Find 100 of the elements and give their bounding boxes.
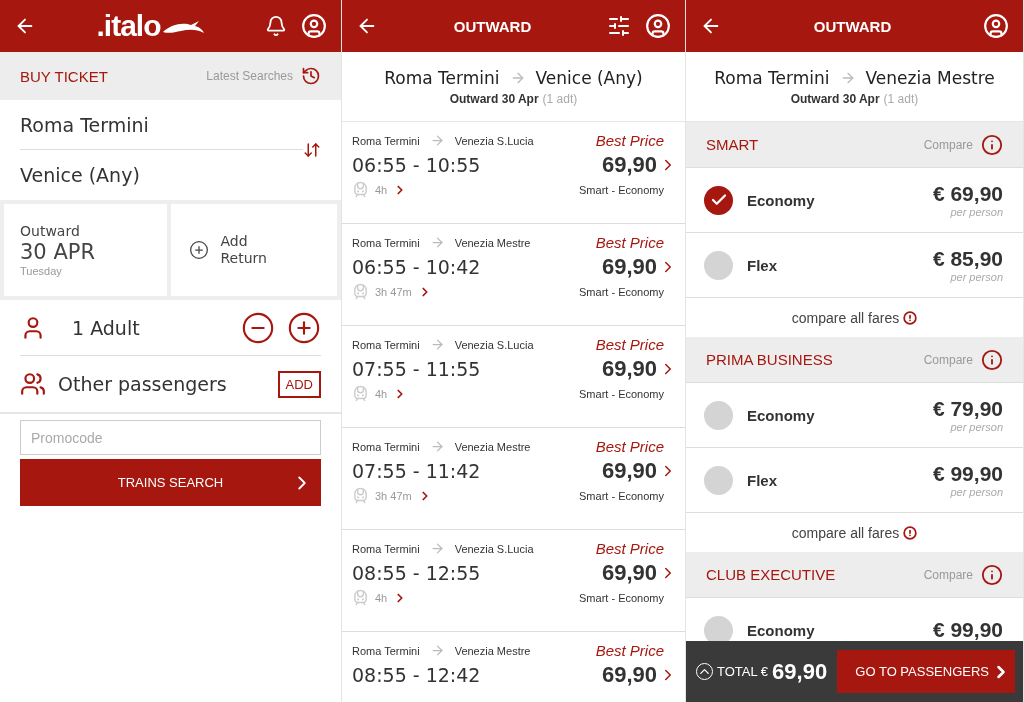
per-person-label: per person (950, 206, 1003, 218)
info-icon[interactable] (981, 133, 1003, 156)
plus-icon[interactable] (287, 310, 321, 345)
plus-icon (188, 240, 209, 260)
screen-title: OUTWARD (452, 17, 533, 35)
ticket-price: 69,90 (601, 356, 657, 382)
ticket-price: 69,90 (601, 560, 657, 586)
from-station: Roma Termini (352, 134, 420, 147)
trip-duration: 4h (375, 387, 388, 400)
fare-class: Smart - Economy (579, 591, 664, 604)
swap-icon[interactable] (303, 141, 321, 159)
train-card[interactable]: Roma Termini Venezia Mestre Best Price 06:55 - 10:42 69,90 3h 47m Smart - Economy (342, 224, 685, 326)
add-button[interactable]: ADD (277, 370, 321, 398)
best-price-label: Best Price (595, 132, 664, 149)
minus-icon[interactable] (241, 310, 275, 345)
from-station: Roma Termini (352, 338, 420, 351)
best-price-label: Best Price (595, 336, 664, 353)
train-icon (352, 487, 369, 504)
from-station: Roma Termini (352, 644, 420, 657)
departure-arrival-times: 07:55 - 11:42 (352, 460, 481, 482)
per-person-label: per person (950, 421, 1003, 433)
train-card[interactable]: Roma Termini Venezia S.Lucia Best Price 06:55 - 10:55 69,90 4h Smart - Economy (342, 122, 685, 224)
weekday: Tuesday (20, 265, 63, 277)
from-station: Roma Termini (352, 236, 420, 249)
fare-option[interactable]: Economy € 69,90 per person (686, 168, 1023, 233)
origin-station: Roma Termini (384, 67, 500, 88)
other-passengers-label: Other passengers (58, 373, 228, 395)
fare-option[interactable]: Economy € 79,90 per person (686, 383, 1023, 448)
people-icon (20, 371, 46, 397)
ticket-price: 69,90 (601, 152, 657, 178)
adult-count: 1 Adult (71, 316, 141, 339)
ticket-price: 69,90 (601, 254, 657, 280)
fare-section-title: SMART (706, 136, 759, 153)
radio-button[interactable] (704, 465, 733, 495)
fare-price: € 69,90 (932, 182, 1003, 206)
to-station: Venezia Mestre (454, 440, 531, 453)
compare-all-fares-link[interactable]: compare all fares (791, 524, 900, 541)
fare-option[interactable]: Flex € 85,90 per person (686, 233, 1023, 298)
train-card[interactable]: Roma Termini Venezia Mestre Best Price 08:55 - 12:42 69,90 (342, 632, 685, 702)
trains-search-button[interactable]: TRAINS SEARCH (20, 459, 321, 506)
radio-button[interactable] (704, 250, 733, 280)
origin-station: Roma Termini (714, 67, 830, 88)
destination-field[interactable]: Venice (Any) (20, 150, 303, 200)
origin-field[interactable]: Roma Termini (20, 100, 303, 150)
arrow-icon (429, 643, 445, 658)
outward-date: 30 APR (20, 239, 97, 265)
departure-arrival-times: 07:55 - 11:55 (352, 358, 481, 380)
radio-button[interactable] (704, 400, 733, 430)
add-return-label: Add Return (220, 233, 268, 267)
promocode-field[interactable]: Promocode (20, 420, 321, 455)
section-title: BUY TICKET (20, 67, 108, 85)
arrow-icon (429, 541, 445, 556)
fare-name: Economy (747, 406, 816, 424)
outward-date-card[interactable]: Outward 30 APR Tuesday (4, 204, 167, 296)
arrow-icon (429, 439, 445, 454)
fare-price: € 99,90 (932, 462, 1003, 486)
bell-icon[interactable] (265, 15, 287, 37)
to-station: Venezia S.Lucia (454, 338, 534, 351)
best-price-label: Best Price (595, 540, 664, 557)
to-station: Venezia Mestre (454, 644, 531, 657)
radio-button[interactable] (704, 615, 733, 641)
profile-icon[interactable] (645, 13, 671, 39)
add-return-card[interactable]: Add Return (170, 204, 337, 296)
per-person-label: per person (950, 271, 1003, 283)
best-price-label: Best Price (595, 234, 664, 251)
per-person-label: per person (950, 486, 1003, 498)
radio-button[interactable] (704, 185, 733, 215)
logo: .italo (96, 9, 161, 43)
fare-option[interactable]: Flex € 99,90 per person (686, 448, 1023, 513)
screen-title: OUTWARD (812, 17, 893, 35)
total-label: TOTAL € (717, 664, 769, 679)
trip-duration: 4h (375, 183, 388, 196)
fare-price: € 85,90 (932, 247, 1003, 271)
filter-icon[interactable] (607, 14, 631, 38)
to-station: Venezia S.Lucia (454, 134, 534, 147)
to-station: Venezia Mestre (454, 236, 531, 249)
compare-all-fares-link[interactable]: compare all fares (791, 309, 900, 326)
fare-class: Smart - Economy (579, 387, 664, 400)
fare-name: Flex (747, 471, 778, 489)
arrow-icon (429, 133, 445, 148)
best-price-label: Best Price (595, 438, 664, 455)
train-card[interactable]: Roma Termini Venezia Mestre Best Price 07:55 - 11:42 69,90 3h 47m Smart - Economy (342, 428, 685, 530)
fare-class: Smart - Economy (579, 285, 664, 298)
profile-icon[interactable] (983, 13, 1009, 39)
history-icon[interactable] (301, 66, 321, 86)
trip-duration: 4h (375, 591, 388, 604)
passenger-count: (1 adt) (883, 91, 919, 106)
from-station: Roma Termini (352, 440, 420, 453)
train-icon (352, 385, 369, 402)
fare-name: Economy (747, 191, 816, 209)
info-icon[interactable] (981, 348, 1003, 371)
go-to-passengers-button[interactable]: GO TO PASSENGERS (837, 650, 1015, 693)
profile-icon[interactable] (301, 13, 327, 39)
info-icon[interactable] (981, 563, 1003, 586)
from-station: Roma Termini (352, 542, 420, 555)
ticket-price: 69,90 (601, 662, 657, 688)
train-card[interactable]: Roma Termini Venezia S.Lucia Best Price 08:55 - 12:55 69,90 4h Smart - Economy (342, 530, 685, 632)
trip-duration: 3h 47m (375, 285, 412, 298)
fare-price: € 99,90 (932, 618, 1003, 641)
train-card[interactable]: Roma Termini Venezia S.Lucia Best Price 07:55 - 11:55 69,90 4h Smart - Economy (342, 326, 685, 428)
